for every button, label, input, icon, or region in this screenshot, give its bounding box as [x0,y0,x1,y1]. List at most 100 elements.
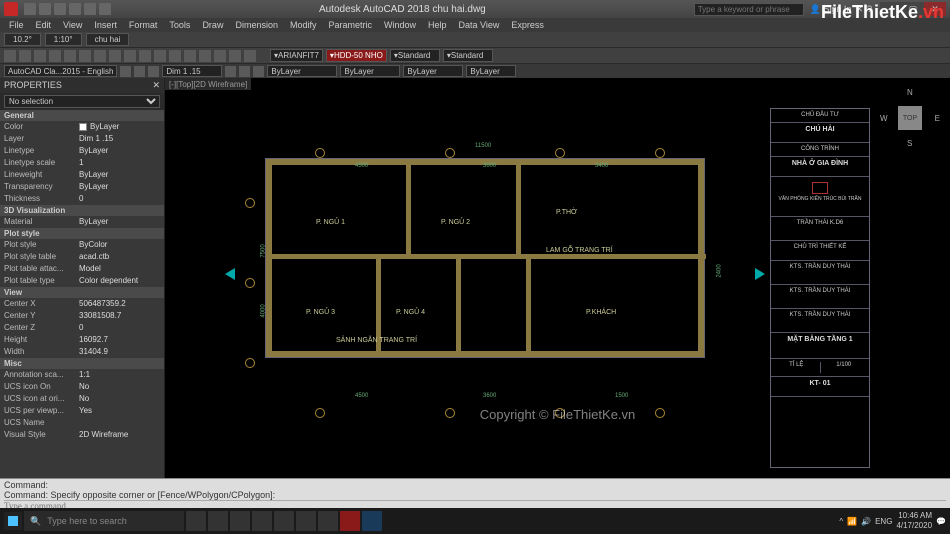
doc-tab-2[interactable]: 1:10° [45,33,82,46]
tray-notifications-icon[interactable]: 💬 [936,517,946,526]
workspace-combo[interactable]: AutoCAD Cla...2015 - English [4,65,117,77]
menu-express[interactable]: Express [506,20,549,30]
taskbar-app-icon[interactable] [274,511,294,531]
layer-iso-icon[interactable] [225,66,236,77]
lineweight-combo[interactable]: ByLayer [403,65,463,77]
taskbar-app-icon[interactable] [252,511,272,531]
document-tabs: 10.2° 1:10° chu hai [0,32,950,48]
qat-print-icon[interactable] [99,3,111,15]
system-tray: ^ 📶 🔊 ENG 10:46 AM4/17/2020 💬 [839,511,946,531]
table-style-combo[interactable]: ▾ Standard [390,49,440,62]
menu-dimension[interactable]: Dimension [230,20,283,30]
room-label: P.KHÁCH [586,309,616,316]
taskbar-chrome-icon[interactable] [208,511,228,531]
section-3dviz[interactable]: 3D Visualization [0,205,164,216]
tray-lang[interactable]: ENG [875,517,892,526]
taskview-icon[interactable] [186,511,206,531]
tool-calc-icon[interactable] [214,50,226,62]
plot-style-combo[interactable]: ▾ HDD-50 NHO [326,49,387,62]
qat-undo-icon[interactable] [69,3,81,15]
tool-new-icon[interactable] [4,50,16,62]
tray-volume-icon[interactable]: 🔊 [861,517,871,526]
building-outline: P. NGỦ 1 P. NGỦ 2 P.THỜ P. NGỦ 3 P. NGỦ … [265,158,705,358]
layer-off-icon[interactable] [134,66,145,77]
floor-plan-drawing: P. NGỦ 1 P. NGỦ 2 P.THỜ P. NGỦ 3 P. NGỦ … [215,138,775,418]
layer-freeze-icon[interactable] [148,66,159,77]
menu-dataview[interactable]: Data View [454,20,505,30]
taskbar-autocad-icon[interactable] [340,511,360,531]
help-search-input[interactable] [694,3,804,16]
layer-combo[interactable]: ByLayer [267,65,337,77]
tool-paste-icon[interactable] [94,50,106,62]
start-button[interactable] [4,512,22,530]
menu-help[interactable]: Help [423,20,452,30]
menu-window[interactable]: Window [379,20,421,30]
tool-zoom-icon[interactable] [169,50,181,62]
qat-save-icon[interactable] [54,3,66,15]
grid-bubble-icon [555,148,565,158]
taskbar-explorer-icon[interactable] [230,511,250,531]
dim-style-combo[interactable]: Dim 1 .15 [162,65,222,77]
text-style-combo[interactable]: ▾ ARIANFIT7 [270,49,323,62]
menu-format[interactable]: Format [124,20,163,30]
selection-combo[interactable]: No selection [4,95,160,108]
tool-plot-icon[interactable] [49,50,61,62]
layer-prev-icon[interactable] [239,66,250,77]
tray-chevron-up-icon[interactable]: ^ [839,517,843,526]
menu-draw[interactable]: Draw [197,20,228,30]
properties-close-icon[interactable]: ✕ [152,80,160,91]
section-general[interactable]: General [0,110,164,121]
qat-redo-icon[interactable] [84,3,96,15]
standard-toolbar: ▾ ARIANFIT7 ▾ HDD-50 NHO ▾ Standard ▾ St… [0,48,950,64]
menu-parametric[interactable]: Parametric [324,20,378,30]
menu-modify[interactable]: Modify [285,20,322,30]
tool-cut-icon[interactable] [64,50,76,62]
layer-prop-icon[interactable] [120,66,131,77]
doc-tab-3[interactable]: chu hai [86,33,130,46]
menu-insert[interactable]: Insert [89,20,122,30]
tool-redo-icon[interactable] [139,50,151,62]
menu-file[interactable]: File [4,20,29,30]
tray-network-icon[interactable]: 📶 [847,517,857,526]
drawing-canvas[interactable]: [-][Top][2D Wireframe] N S E W TOP [165,78,950,478]
section-view[interactable]: View [0,287,164,298]
search-icon: 🔍 [30,516,41,527]
qat-new-icon[interactable] [24,3,36,15]
layer-toolbar: AutoCAD Cla...2015 - English Dim 1 .15 B… [0,64,950,78]
taskbar-photoshop-icon[interactable] [362,511,382,531]
menu-view[interactable]: View [58,20,87,30]
tool-meas-icon[interactable] [229,50,241,62]
plotstyle-combo2[interactable]: ByLayer [466,65,516,77]
room-label: P. NGỦ 1 [316,219,345,226]
linetype-combo[interactable]: ByLayer [340,65,400,77]
section-arrow-right-icon [755,268,765,280]
app-logo-icon[interactable] [4,2,18,16]
tool-cmd-icon[interactable] [244,50,256,62]
menu-edit[interactable]: Edit [31,20,57,30]
tool-undo-icon[interactable] [124,50,136,62]
dimension-text: 7500 [261,244,267,257]
command-history-line: Command: [4,480,946,490]
view-cube[interactable]: N S E W TOP [880,88,940,148]
qat-open-icon[interactable] [39,3,51,15]
tool-pan-icon[interactable] [154,50,166,62]
viewcube-top[interactable]: TOP [898,106,922,130]
section-misc[interactable]: Misc [0,358,164,369]
menu-tools[interactable]: Tools [164,20,195,30]
taskbar-search[interactable]: 🔍 Type here to search [24,511,184,531]
doc-tab-1[interactable]: 10.2° [4,33,41,46]
tool-props-icon[interactable] [184,50,196,62]
taskbar-app-icon[interactable] [296,511,316,531]
color-icon[interactable] [253,66,264,77]
section-plotstyle[interactable]: Plot style [0,228,164,239]
mleader-style-combo[interactable]: ▾ Standard [443,49,493,62]
tool-match-icon[interactable] [109,50,121,62]
tool-copy-icon[interactable] [79,50,91,62]
taskbar-app-icon[interactable] [318,511,338,531]
viewport-label[interactable]: [-][Top][2D Wireframe] [165,78,251,90]
command-line-panel: Command: Command: Specify opposite corne… [0,478,950,508]
tool-save-icon[interactable] [34,50,46,62]
tool-open-icon[interactable] [19,50,31,62]
tray-clock[interactable]: 10:46 AM4/17/2020 [896,511,932,531]
tool-dsgnctr-icon[interactable] [199,50,211,62]
